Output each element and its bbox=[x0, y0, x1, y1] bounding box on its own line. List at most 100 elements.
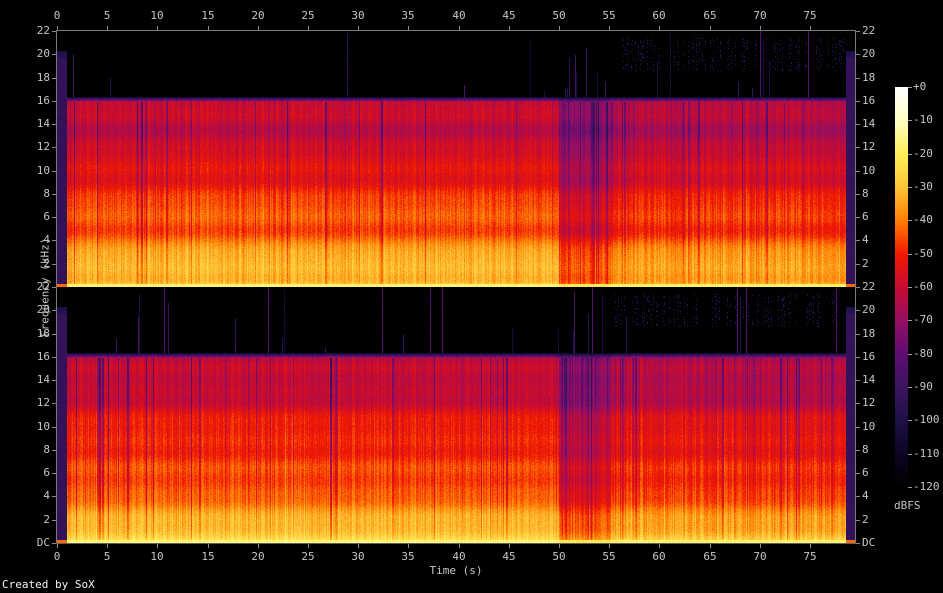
freq-tick-label-right: 8 bbox=[862, 187, 869, 200]
x-tick-label-top: 30 bbox=[351, 9, 365, 22]
x-tick-bottom bbox=[760, 544, 761, 548]
x-tick-label-bottom: 70 bbox=[753, 550, 767, 563]
colorbar-tick-label: -20 bbox=[913, 147, 933, 160]
freq-tick-label-right: 4 bbox=[862, 233, 869, 246]
x-tick-label-top: 70 bbox=[753, 9, 767, 22]
x-tick-label-bottom: 30 bbox=[351, 550, 365, 563]
x-tick-bottom bbox=[308, 544, 309, 548]
freq-tick-label-right: 8 bbox=[862, 443, 869, 456]
freq-tick-label-right: 16 bbox=[862, 94, 876, 107]
colorbar-tick-label: -110 bbox=[913, 447, 940, 460]
x-tick-label-top: 5 bbox=[103, 9, 111, 22]
sox-credit-text: Created by SoX bbox=[2, 578, 95, 591]
bottom-axis-line bbox=[56, 543, 856, 544]
freq-tick-right bbox=[856, 124, 860, 125]
colorbar-tick bbox=[908, 287, 912, 288]
x-tick-label-top: 75 bbox=[803, 9, 817, 22]
x-tick-top bbox=[208, 26, 209, 30]
x-tick-top bbox=[509, 26, 510, 30]
x-tick-bottom bbox=[459, 544, 460, 548]
colorbar-tick bbox=[908, 154, 912, 155]
x-tick-bottom bbox=[559, 544, 560, 548]
freq-tick-label-right: 14 bbox=[862, 373, 876, 386]
freq-tick-label-right: 20 bbox=[862, 47, 876, 60]
freq-tick-right bbox=[856, 287, 860, 288]
x-tick-label-bottom: 20 bbox=[251, 550, 265, 563]
x-tick-bottom bbox=[659, 544, 660, 548]
freq-tick-label-right: 12 bbox=[862, 396, 876, 409]
freq-tick-label-right: 20 bbox=[862, 303, 876, 316]
freq-tick-label-right: 18 bbox=[862, 71, 876, 84]
x-tick-label-bottom: 75 bbox=[803, 550, 817, 563]
x-tick-top bbox=[358, 26, 359, 30]
freq-tick-label-right: 10 bbox=[862, 164, 876, 177]
colorbar-tick bbox=[908, 354, 912, 355]
x-tick-label-top: 0 bbox=[53, 9, 61, 22]
x-tick-top bbox=[810, 26, 811, 30]
colorbar-tick bbox=[908, 87, 912, 88]
x-tick-top bbox=[258, 26, 259, 30]
x-tick-label-bottom: 10 bbox=[150, 550, 164, 563]
x-tick-top bbox=[659, 26, 660, 30]
freq-tick-label-right: 18 bbox=[862, 327, 876, 340]
colorbar-gradient bbox=[895, 87, 908, 487]
colorbar-tick-label: -70 bbox=[913, 313, 933, 326]
x-tick-bottom bbox=[57, 544, 58, 548]
y-axis-title: Frequency (kHz) bbox=[38, 237, 52, 337]
freq-tick-right bbox=[856, 450, 860, 451]
freq-tick-right bbox=[856, 357, 860, 358]
freq-tick-label-right: 14 bbox=[862, 117, 876, 130]
colorbar-tick-label: -40 bbox=[913, 213, 933, 226]
x-tick-bottom bbox=[408, 544, 409, 548]
freq-tick-right bbox=[856, 520, 860, 521]
freq-tick-right bbox=[856, 380, 860, 381]
colorbar-tick bbox=[908, 187, 912, 188]
x-tick-label-bottom: 65 bbox=[703, 550, 717, 563]
sox-spectrogram-window: 0 0 5 5 10 10 15 15 20 20 25 25 30 30 35 35 40 40 45 45 50 50… bbox=[0, 0, 943, 593]
colorbar-tick-label: -50 bbox=[913, 247, 933, 260]
freq-tick-label-right: 6 bbox=[862, 466, 869, 479]
x-tick-bottom bbox=[107, 544, 108, 548]
freq-tick-label-right: 6 bbox=[862, 210, 869, 223]
x-tick-label-top: 60 bbox=[652, 9, 666, 22]
freq-tick-label-right: 12 bbox=[862, 140, 876, 153]
freq-tick-right bbox=[856, 334, 860, 335]
x-tick-label-top: 25 bbox=[301, 9, 315, 22]
freq-tick-right bbox=[856, 496, 860, 497]
x-tick-bottom bbox=[208, 544, 209, 548]
colorbar-tick-label: -80 bbox=[913, 347, 933, 360]
colorbar-tick-label: -60 bbox=[913, 280, 933, 293]
x-tick-top bbox=[57, 26, 58, 30]
freq-tick-label-right: DC bbox=[862, 536, 876, 549]
x-tick-bottom bbox=[358, 544, 359, 548]
x-tick-label-bottom: 50 bbox=[552, 550, 566, 563]
x-tick-top bbox=[559, 26, 560, 30]
colorbar-tick bbox=[908, 387, 912, 388]
freq-tick-label-right: 2 bbox=[862, 513, 869, 526]
freq-tick-right bbox=[856, 310, 860, 311]
freq-tick-label-right: 16 bbox=[862, 350, 876, 363]
x-tick-label-top: 10 bbox=[150, 9, 164, 22]
colorbar-tick bbox=[908, 254, 912, 255]
x-tick-bottom bbox=[258, 544, 259, 548]
x-tick-top bbox=[609, 26, 610, 30]
x-tick-label-top: 40 bbox=[452, 9, 466, 22]
x-tick-label-top: 50 bbox=[552, 9, 566, 22]
x-tick-label-top: 45 bbox=[502, 9, 516, 22]
freq-tick-right bbox=[856, 171, 860, 172]
x-tick-bottom bbox=[157, 544, 158, 548]
freq-tick-label-right: 10 bbox=[862, 420, 876, 433]
x-tick-top bbox=[760, 26, 761, 30]
x-tick-top bbox=[107, 26, 108, 30]
colorbar-tick bbox=[908, 487, 912, 488]
x-tick-label-bottom: 35 bbox=[401, 550, 415, 563]
x-tick-top bbox=[459, 26, 460, 30]
colorbar-tick-label: -120 bbox=[913, 480, 940, 493]
freq-tick-right bbox=[856, 194, 860, 195]
x-tick-top bbox=[308, 26, 309, 30]
x-tick-label-top: 15 bbox=[201, 9, 215, 22]
x-tick-label-bottom: 0 bbox=[53, 550, 61, 563]
x-tick-label-bottom: 60 bbox=[652, 550, 666, 563]
colorbar-tick-label: -100 bbox=[913, 413, 940, 426]
colorbar-tick bbox=[908, 320, 912, 321]
